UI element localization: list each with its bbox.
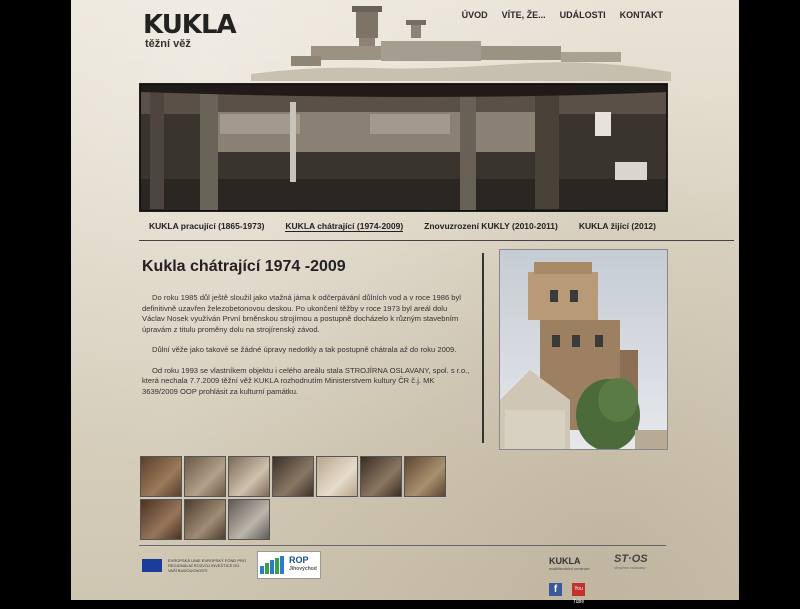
kukla-center-sub: multifunkční centrum [549, 566, 590, 571]
gallery-thumb[interactable] [228, 499, 270, 540]
footer-divider [139, 545, 666, 546]
period-link-rebirth[interactable]: Znovuzrození KUKLY (2010-2011) [424, 221, 558, 232]
gallery-thumb[interactable] [184, 499, 226, 540]
rop-label: ROP [289, 555, 309, 565]
column-divider [482, 253, 484, 443]
rop-sublabel: Jihovýchod [289, 566, 317, 572]
gallery-thumb[interactable] [404, 456, 446, 497]
gallery-thumb[interactable] [272, 456, 314, 497]
rop-logo[interactable]: ROP Jihovýchod [257, 551, 321, 579]
strojirna-label: ST·OS [614, 553, 648, 565]
gallery-thumb[interactable] [140, 456, 182, 497]
period-link-living[interactable]: KUKLA žijící (2012) [579, 221, 656, 232]
tower-photo[interactable] [499, 249, 668, 450]
period-link-decaying[interactable]: KUKLA chátrající (1974-2009) [285, 221, 404, 232]
hero-image [139, 83, 668, 212]
period-link-working[interactable]: KUKLA pracující (1865-1973) [149, 221, 264, 232]
site-logo[interactable]: KUKLA těžní věž [143, 10, 237, 50]
youtube-icon[interactable]: You Tube [572, 583, 585, 605]
strojirna-logo[interactable]: ST·OS strojírna oslavany [614, 553, 648, 570]
gallery-thumb[interactable] [360, 456, 402, 497]
nav-uvod[interactable]: ÚVOD [462, 10, 488, 20]
nav-kontakt[interactable]: KONTAKT [620, 10, 663, 20]
page: KUKLA těžní věž ÚVOD VÍTE, ŽE... UDÁLOST… [71, 0, 739, 605]
paragraph: Do roku 1985 důl ještě sloužil jako vtaž… [142, 293, 461, 334]
eu-text: EVROPSKÁ UNIE EVROPSKÝ FOND PRO REGIONÁL… [168, 558, 247, 573]
article-text: Do roku 1985 důl ještě sloužil jako vtaž… [142, 293, 472, 407]
paragraph: Důlní věže jako takové se žádné úpravy n… [152, 345, 457, 354]
photo-gallery [140, 456, 460, 540]
kukla-center-label: KUKLA [549, 556, 581, 566]
gallery-thumb[interactable] [140, 499, 182, 540]
divider [139, 240, 734, 241]
nav-udalosti[interactable]: UDÁLOSTI [560, 10, 606, 20]
paragraph: Od roku 1993 se vlastníkem objektu i cel… [142, 365, 470, 396]
strojirna-sub: strojírna oslavany [614, 565, 646, 570]
social-links: f You Tube [549, 583, 585, 605]
rop-bars-icon [260, 556, 284, 574]
eu-logo[interactable]: EVROPSKÁ UNIE EVROPSKÝ FOND PRO REGIONÁL… [142, 558, 248, 573]
logo-word: KUKLA [143, 10, 237, 40]
gallery-thumb[interactable] [228, 456, 270, 497]
gallery-thumb[interactable] [316, 456, 358, 497]
gallery-thumb[interactable] [184, 456, 226, 497]
nav-vite-ze[interactable]: VÍTE, ŽE... [502, 10, 546, 20]
page-title: Kukla chátrající 1974 -2009 [142, 258, 346, 275]
eu-flag-icon [142, 559, 162, 572]
period-navigation: KUKLA pracující (1865-1973) KUKLA chátra… [139, 221, 666, 232]
top-navigation: ÚVOD VÍTE, ŽE... UDÁLOSTI KONTAKT [462, 10, 663, 20]
kukla-center-logo[interactable]: KUKLA multifunkční centrum [549, 556, 590, 571]
facebook-icon[interactable]: f [549, 583, 562, 596]
